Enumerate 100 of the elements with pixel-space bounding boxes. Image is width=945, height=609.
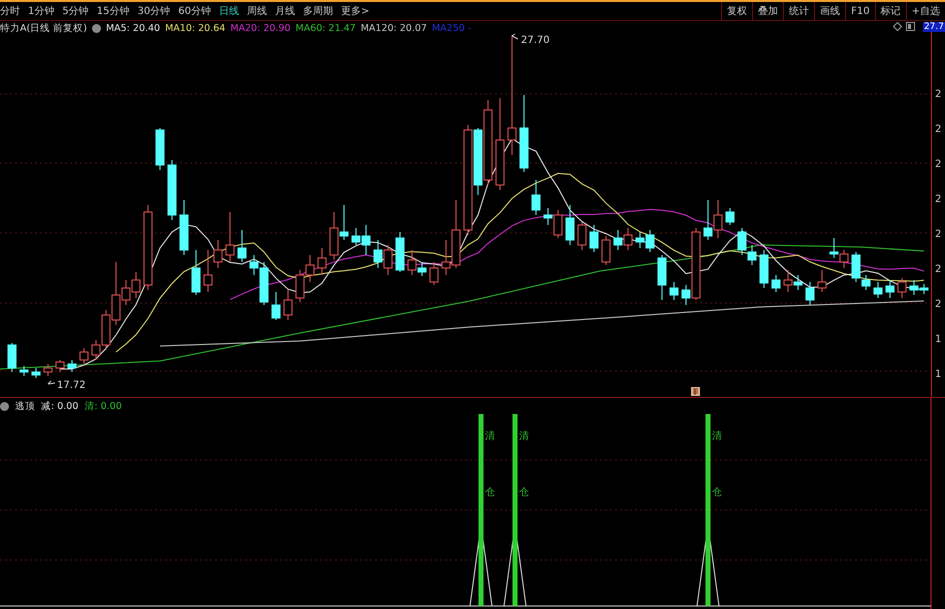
candlestick	[566, 204, 574, 246]
leader-line	[512, 34, 518, 40]
period-tab[interactable]: 1分钟	[28, 4, 54, 18]
signal-label: 清	[519, 431, 529, 442]
period-tab[interactable]: 月线	[274, 4, 295, 18]
candlestick	[384, 244, 392, 276]
candlestick	[180, 200, 188, 256]
candlestick	[32, 368, 40, 378]
candlestick	[238, 230, 246, 262]
candlestick	[886, 280, 894, 298]
price-tag: 27.7	[922, 22, 945, 32]
period-tab[interactable]: 更多>	[340, 4, 370, 18]
candlestick	[532, 180, 540, 216]
axis-label: 1	[934, 368, 942, 382]
candlestick	[68, 360, 76, 372]
diamond-icon[interactable]	[893, 22, 902, 31]
candlestick	[374, 240, 382, 268]
period-tab[interactable]: 5分钟	[62, 4, 89, 18]
candlestick	[646, 230, 654, 252]
signal-label: 清	[712, 431, 722, 442]
candlestick	[636, 232, 644, 248]
period-tab[interactable]: 60分钟	[178, 4, 211, 18]
moving-average-value: MA60: 21.47	[296, 23, 356, 34]
period-tab[interactable]: 分时	[0, 4, 20, 18]
period-tab[interactable]: 日线	[218, 4, 239, 18]
indicator-name: 逃顶	[15, 400, 35, 413]
axis-label: 2	[934, 193, 942, 207]
axis-label: 2	[934, 88, 942, 102]
candlestick	[704, 200, 712, 240]
candlestick	[714, 200, 722, 238]
period-tab[interactable]: 多周期	[302, 4, 333, 18]
candlestick	[614, 230, 622, 250]
moving-average-value: MA20: 20.90	[230, 23, 291, 34]
candlestick	[80, 348, 88, 366]
axis-label: 1	[934, 333, 942, 347]
axis-label: 2	[934, 228, 942, 242]
candlestick	[306, 254, 314, 282]
candlestick	[738, 228, 746, 256]
candlestick	[192, 250, 200, 296]
indicator-value: 减: 0.00	[41, 400, 78, 413]
signal-label: 仓	[712, 487, 722, 498]
leader-line	[48, 380, 56, 384]
signal-label: 仓	[519, 487, 529, 498]
period-tab[interactable]: 15分钟	[96, 4, 130, 18]
settings-icon[interactable]	[0, 402, 9, 411]
candlestick	[760, 250, 768, 288]
candlestick	[318, 248, 326, 276]
low-price-label: 17.72	[57, 380, 86, 391]
candlestick	[132, 272, 140, 298]
candlestick	[818, 270, 826, 292]
period-tab[interactable]: 30分钟	[137, 4, 170, 18]
candlestick	[330, 212, 338, 260]
toolbar-button[interactable]: 统计	[783, 2, 814, 20]
candlestick	[56, 360, 64, 372]
candlestick	[284, 290, 292, 320]
toolbar-button[interactable]: 画线	[814, 2, 846, 20]
candlestick	[806, 282, 814, 306]
chart-title: 特力A(日线 前复权)	[0, 22, 87, 35]
indicator-value: 清: 0.00	[84, 400, 122, 413]
axis-label: 2	[934, 123, 942, 137]
period-tab[interactable]: 周线	[246, 4, 267, 18]
candlestick	[874, 282, 882, 298]
candlestick	[726, 208, 734, 226]
high-price-label: 27.70	[521, 35, 550, 46]
candlestick	[8, 342, 16, 372]
candlestick	[578, 222, 586, 250]
candlestick	[898, 278, 906, 298]
settings-icon[interactable]	[92, 24, 101, 33]
signal-label: 清	[485, 431, 495, 442]
candlestick	[156, 128, 164, 170]
toolbar-button[interactable]: F10	[845, 2, 875, 20]
candlestick	[272, 292, 280, 320]
candlestick	[602, 236, 610, 266]
candlestick	[226, 212, 234, 262]
candlestick	[44, 364, 52, 376]
toolbar-button[interactable]: +自选	[906, 2, 945, 20]
candlestick	[658, 254, 666, 300]
axis-label: 2	[934, 298, 942, 312]
candlestick	[772, 274, 780, 292]
candlestick	[830, 238, 838, 258]
toolbar-button[interactable]: 叠加	[752, 2, 784, 20]
candlestick	[296, 270, 304, 302]
moving-average-value: MA5: 20.40	[106, 23, 160, 34]
moving-average-value: MA250 -	[432, 23, 472, 34]
candlestick	[670, 282, 678, 300]
panel-icon[interactable]	[906, 22, 915, 31]
event-marker-icon	[691, 387, 700, 396]
candlestick	[340, 204, 348, 240]
moving-average-value: MA10: 20.64	[165, 23, 226, 34]
candlestick	[590, 224, 598, 252]
candlestick	[168, 160, 176, 220]
axis-label: 2	[934, 263, 942, 277]
candlestick	[840, 250, 848, 268]
candlestick	[20, 366, 28, 376]
candlestick	[624, 228, 632, 250]
axis-label: 2	[934, 158, 942, 172]
toolbar-button[interactable]: 标记	[874, 2, 906, 20]
candlestick	[396, 232, 404, 272]
signal-label: 仓	[485, 487, 495, 498]
toolbar-button[interactable]: 复权	[721, 2, 752, 20]
